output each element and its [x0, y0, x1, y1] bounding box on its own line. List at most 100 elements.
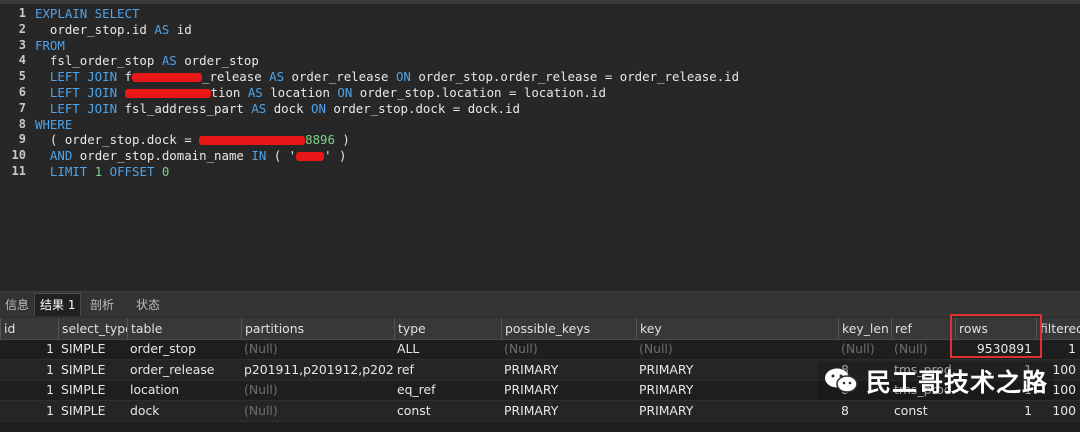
cell-table[interactable]: location [127, 380, 241, 400]
cell-filtered[interactable]: 1 [1036, 339, 1080, 359]
code-line: EXPLAIN SELECT [35, 6, 739, 22]
sql-keyword: EXPLAIN SELECT [35, 6, 140, 21]
cell-possible-keys[interactable]: (Null) [501, 339, 636, 359]
column-header-select-type[interactable]: select_type [58, 318, 127, 339]
cell-select-type[interactable]: SIMPLE [58, 339, 127, 359]
column-header-id[interactable]: id [0, 318, 58, 339]
sql-text: _release [201, 69, 270, 85]
cell-key[interactable]: PRIMARY [636, 360, 838, 380]
code-line: ( order_stop.dock = 8896 ) [35, 132, 739, 148]
sql-keyword: AS [247, 84, 263, 100]
column-header-partitions[interactable]: partitions [241, 318, 394, 339]
cell-possible-keys[interactable]: PRIMARY [501, 401, 636, 421]
result-tabs: 信息 结果 1 剖析 状态 [0, 293, 1080, 317]
cell-id[interactable]: 1 [0, 401, 58, 421]
column-header-filtered[interactable]: filtered [1036, 318, 1080, 339]
table-row[interactable]: 1 SIMPLE order_stop (Null) ALL (Null) (Null) (N… [0, 339, 1080, 360]
tab-status[interactable]: 状态 [131, 294, 165, 316]
cell-key-len[interactable]: (Null) [838, 339, 891, 359]
line-number: 9 [18, 132, 26, 147]
cell-possible-keys[interactable]: PRIMARY [501, 380, 636, 400]
cell-type[interactable]: ALL [394, 339, 501, 359]
sql-text: order_stop.order_release = order_release… [410, 69, 740, 85]
sql-text: f [117, 69, 132, 85]
sql-text: fsl_order_stop [35, 53, 162, 69]
sql-number: 8896 [305, 132, 335, 148]
sql-keyword: LEFT JOIN [49, 69, 118, 85]
column-header-table[interactable]: table [127, 318, 241, 339]
sql-text: tion [210, 84, 248, 100]
sql-text: order_stop [176, 53, 259, 69]
cell-table[interactable]: order_stop [127, 339, 241, 359]
cell-ref[interactable]: (Null) [891, 339, 955, 359]
cell-key[interactable]: PRIMARY [636, 401, 838, 421]
column-header-possible-keys[interactable]: possible_keys [501, 318, 636, 339]
tab-profile[interactable]: 剖析 [85, 294, 119, 316]
column-header-type[interactable]: type [394, 318, 501, 339]
sql-keyword: OFFSET [109, 163, 155, 179]
cell-type[interactable]: eq_ref [394, 380, 501, 400]
cell-type[interactable]: ref [394, 360, 501, 380]
sql-keyword: AND [49, 148, 73, 164]
cell-select-type[interactable]: SIMPLE [58, 401, 127, 421]
line-number: 7 [18, 100, 26, 115]
sql-keyword: ON [395, 69, 411, 85]
sql-text: ( ' [266, 148, 297, 164]
sql-text: ( order_stop.dock = [35, 132, 200, 148]
cell-rows[interactable]: 1 [955, 401, 1036, 421]
cell-table[interactable]: order_release [127, 360, 241, 380]
cell-id[interactable]: 1 [0, 360, 58, 380]
redaction-mark [131, 73, 202, 83]
line-number: 4 [18, 53, 26, 68]
column-header-ref[interactable]: ref [891, 318, 955, 339]
line-number: 2 [18, 21, 26, 36]
sql-keyword: AS [154, 21, 170, 37]
column-header-key-len[interactable]: key_len [838, 318, 891, 339]
cell-partitions[interactable]: p201911,p201912,p2020 [241, 360, 394, 380]
redaction-mark [296, 152, 325, 162]
cell-partitions[interactable]: (Null) [241, 401, 394, 421]
sql-editor[interactable]: 1 2 3 4 5 6 7 8 9 10 11 EXPLAIN SELECT order_stop.… [0, 0, 1080, 291]
code-line: LEFT JOIN f _release AS order_release ON … [35, 69, 739, 85]
cell-key-len[interactable]: 8 [838, 401, 891, 421]
cell-table[interactable]: dock [127, 401, 241, 421]
cell-id[interactable]: 1 [0, 380, 58, 400]
cell-key[interactable]: (Null) [636, 339, 838, 359]
sql-keyword: LIMIT [49, 163, 88, 179]
cell-select-type[interactable]: SIMPLE [58, 360, 127, 380]
sql-text: order_release [284, 69, 396, 85]
sql-text: id [169, 21, 192, 37]
column-header-key[interactable]: key [636, 318, 838, 339]
sql-keyword: LEFT JOIN [49, 84, 118, 100]
sql-keyword: FROM [35, 37, 65, 53]
table-row[interactable]: 1 SIMPLE dock (Null) const PRIMARY PRIMARY 8 con… [0, 400, 1080, 422]
cell-partitions[interactable]: (Null) [241, 339, 394, 359]
editor-top-strip [0, 0, 1080, 4]
line-number: 5 [18, 69, 26, 84]
cell-key[interactable]: PRIMARY [636, 380, 838, 400]
cell-ref[interactable]: const [891, 401, 955, 421]
cell-possible-keys[interactable]: PRIMARY [501, 360, 636, 380]
sql-text: order_stop.id [35, 21, 155, 37]
tab-result-1[interactable]: 结果 1 [34, 293, 82, 316]
sql-code[interactable]: EXPLAIN SELECT order_stop.id AS id FROM f… [35, 6, 739, 180]
sql-text: fsl_address_part [117, 100, 252, 116]
cell-partitions[interactable]: (Null) [241, 380, 394, 400]
tab-info[interactable]: 信息 [0, 294, 34, 316]
sql-keyword: AS [161, 53, 177, 69]
code-line: AND order_stop.domain_name IN ( ' ' ) [35, 148, 739, 164]
code-line: WHERE [35, 117, 739, 133]
cell-filtered[interactable]: 100 [1036, 401, 1080, 421]
cell-select-type[interactable]: SIMPLE [58, 380, 127, 400]
cell-type[interactable]: const [394, 401, 501, 421]
cell-id[interactable]: 1 [0, 339, 58, 359]
code-line: LIMIT 1 OFFSET 0 [35, 164, 739, 180]
